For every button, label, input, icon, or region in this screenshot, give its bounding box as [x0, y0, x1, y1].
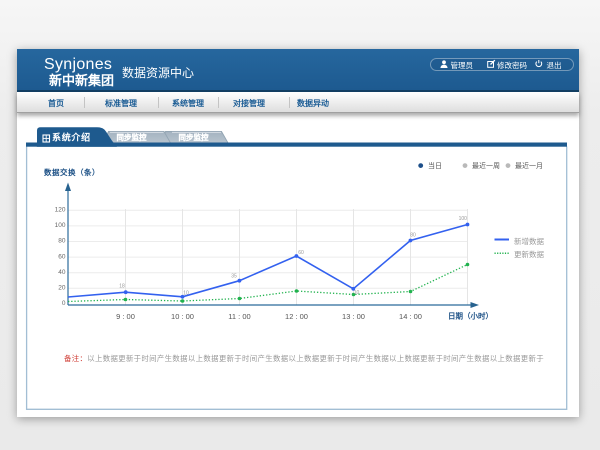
svg-text:12 : 00: 12 : 00: [285, 312, 308, 321]
svg-text:35: 35: [231, 274, 237, 280]
svg-text:系统介绍: 系统介绍: [52, 132, 91, 143]
svg-text:13 : 00: 13 : 00: [342, 312, 365, 321]
svg-text:120: 120: [55, 206, 66, 213]
svg-text:10 : 00: 10 : 00: [171, 312, 194, 321]
svg-text:20: 20: [58, 284, 66, 291]
svg-text:100: 100: [459, 216, 468, 222]
svg-text:9 : 00: 9 : 00: [116, 312, 135, 321]
svg-text:日期（小时）: 日期（小时）: [448, 311, 493, 321]
svg-text:40: 40: [58, 269, 66, 276]
svg-text:同步监控: 同步监控: [179, 132, 209, 142]
svg-text:80: 80: [58, 238, 66, 245]
svg-text:14 : 00: 14 : 00: [399, 312, 422, 321]
svg-text:18: 18: [119, 284, 125, 290]
svg-text:80: 80: [410, 233, 416, 239]
svg-text:10: 10: [183, 291, 189, 297]
svg-text:0: 0: [62, 300, 66, 307]
svg-text:10: 10: [354, 290, 360, 296]
svg-text:60: 60: [58, 253, 66, 260]
svg-text:60: 60: [298, 250, 304, 256]
svg-text:11 : 00: 11 : 00: [228, 312, 250, 321]
svg-text:同步监控: 同步监控: [117, 132, 147, 142]
svg-text:100: 100: [55, 222, 66, 229]
